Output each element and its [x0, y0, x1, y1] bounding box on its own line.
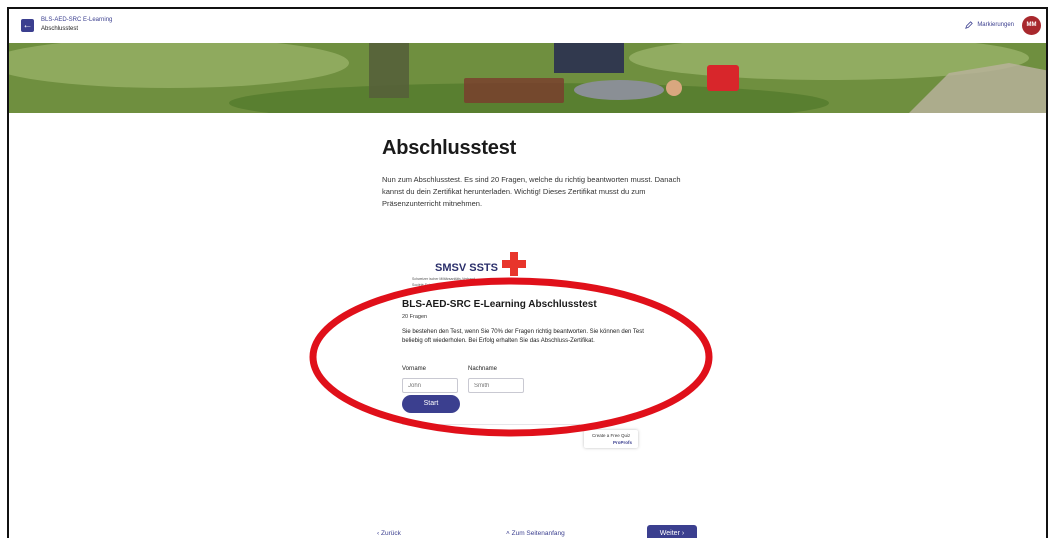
scroll-top-label: Zum Seitenanfang — [511, 530, 565, 537]
intro-text: Nun zum Abschlusstest. Es sind 20 Fragen… — [382, 175, 681, 208]
next-label: Weiter — [659, 530, 680, 537]
hero-illustration — [9, 43, 1046, 113]
hero-image — [9, 43, 1046, 113]
quiz-divider — [402, 424, 580, 425]
arrow-left-icon: ← — [22, 20, 33, 31]
avatar[interactable]: MM — [1022, 16, 1041, 35]
quiz-question-count: 20 Fragen — [402, 314, 428, 320]
pencil-icon — [965, 21, 974, 29]
firstname-input[interactable] — [402, 378, 458, 393]
app-window: ← BLS-AED-SRC E-Learning Abschlusstest M… — [7, 7, 1048, 538]
course-title[interactable]: BLS-AED-SRC E-Learning — [41, 17, 112, 23]
firstname-label: Vorname — [402, 366, 427, 372]
markings-button[interactable]: Markierungen — [965, 21, 1014, 29]
page-subtitle: Abschlusstest — [41, 26, 79, 32]
main-content: Abschlusstest Nun zum Abschlusstest. Es … — [382, 137, 702, 210]
quiz-logo-subline-2: Société Suisse des Troupes Sanitaires — [412, 283, 472, 287]
quiz-title: BLS-AED-SRC E-Learning Abschlusstest — [402, 299, 597, 310]
start-button[interactable]: Start — [402, 395, 460, 413]
red-cross-icon — [502, 252, 526, 276]
chevron-left-icon: ‹ — [377, 530, 380, 537]
previous-link[interactable]: ‹ Zurück — [377, 530, 401, 537]
chevron-right-icon: › — [681, 530, 685, 537]
next-button[interactable]: Weiter › — [647, 525, 697, 538]
proprofs-badge[interactable]: Create a Free Quiz ProProfs — [584, 430, 638, 448]
quiz-description: Sie bestehen den Test, wenn Sie 70% der … — [402, 329, 644, 344]
quiz-logo-subline-1: Schweizer ischer Militärsanitäts-Verband — [412, 277, 476, 281]
lastname-input[interactable] — [468, 378, 524, 393]
scroll-top-link[interactable]: ˄ Zum Seitenanfang — [506, 530, 565, 537]
markings-label: Markierungen — [977, 22, 1014, 28]
badge-line-1: Create a Free Quiz — [592, 433, 631, 438]
quiz-logo-text: SMSV SSTS — [435, 262, 498, 274]
back-button[interactable]: ← — [21, 19, 34, 32]
page-title: Abschlusstest — [382, 137, 517, 159]
chevron-up-icon: ˄ — [506, 530, 510, 537]
lastname-label: Nachname — [468, 366, 498, 372]
badge-line-2: ProProfs — [612, 440, 632, 445]
previous-label: Zurück — [380, 530, 401, 537]
top-bar: ← BLS-AED-SRC E-Learning Abschlusstest M… — [9, 9, 1046, 43]
